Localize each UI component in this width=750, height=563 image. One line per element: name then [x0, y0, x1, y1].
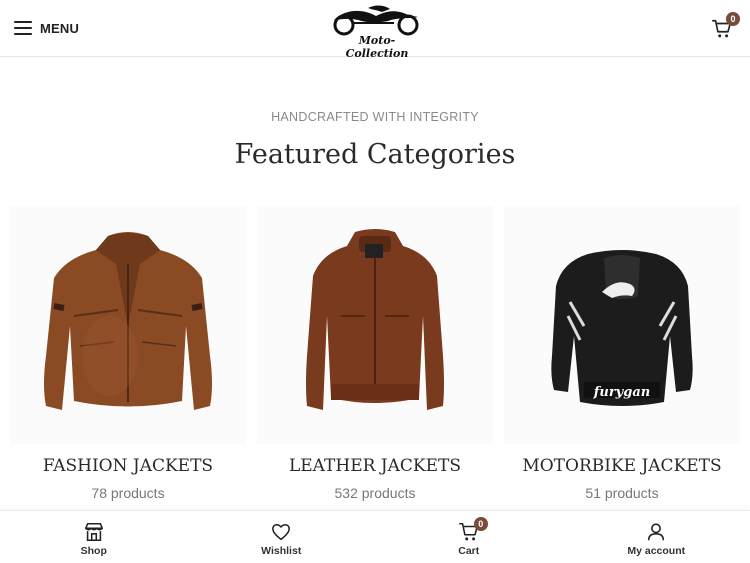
motorcycle-logo-icon — [333, 5, 419, 36]
category-image-motorbike-jacket[interactable]: furygan — [504, 206, 740, 444]
menu-label: MENU — [40, 20, 80, 36]
menu-icon — [14, 21, 32, 35]
nav-label-shop: Shop — [80, 545, 107, 557]
nav-tab-shop[interactable]: Shop — [0, 511, 188, 563]
site-logo[interactable]: Moto-Collection — [324, 3, 428, 60]
user-icon — [648, 523, 665, 541]
nav-label-wishlist: Wishlist — [261, 545, 302, 557]
category-image-leather-jacket[interactable] — [257, 206, 493, 444]
store-icon — [84, 522, 103, 542]
site-header: MENU Moto-Collection 0 — [0, 0, 750, 60]
bottom-nav-bar: Shop Wishlist 0 Cart My account — [0, 510, 750, 563]
header-cart-button[interactable]: 0 — [711, 12, 740, 40]
nav-tab-cart[interactable]: 0 Cart — [375, 511, 563, 563]
category-card-fashion-jackets[interactable]: FASHION JACKETS 78 products — [10, 206, 246, 501]
category-product-count: 532 products — [334, 485, 416, 501]
category-name[interactable]: MOTORBIKE JACKETS — [484, 456, 750, 476]
cart-count-badge: 0 — [726, 12, 740, 26]
logo-text: Moto-Collection — [345, 34, 409, 60]
section-title: Featured Categories — [234, 139, 516, 170]
menu-button[interactable]: MENU — [14, 17, 79, 39]
category-image-fashion-jacket[interactable] — [10, 206, 246, 444]
category-card-leather-jackets[interactable]: LEATHER JACKETS 532 products — [257, 206, 493, 501]
category-product-count: 78 products — [91, 485, 165, 501]
svg-text:furygan: furygan — [593, 385, 650, 400]
heart-icon — [272, 523, 291, 541]
nav-label-cart: Cart — [458, 545, 480, 557]
nav-tab-wishlist[interactable]: Wishlist — [188, 511, 376, 563]
nav-label-account: My account — [627, 545, 686, 557]
nav-cart-count-badge: 0 — [473, 517, 488, 531]
section-subtitle: HANDCRAFTED WITH INTEGRITY — [271, 110, 479, 124]
nav-tab-account[interactable]: My account — [563, 511, 750, 563]
category-card-motorbike-jackets[interactable]: furygan MOTORBIKE JACKETS 51 products — [504, 206, 740, 501]
category-name[interactable]: FASHION JACKETS — [0, 456, 266, 476]
category-product-count: 51 products — [585, 485, 659, 501]
category-name[interactable]: LEATHER JACKETS — [237, 456, 513, 476]
